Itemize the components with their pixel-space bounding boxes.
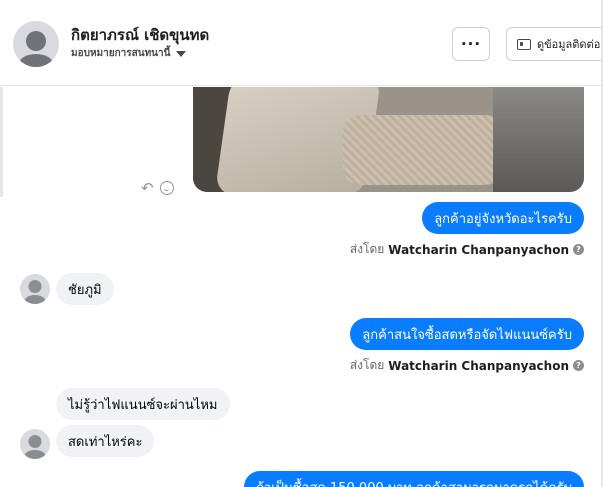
question-circle-icon[interactable]: ? — [573, 360, 584, 371]
incoming-message[interactable]: ชัยภูมิ — [56, 273, 114, 305]
view-contact-label: ดูข้อมูลติดต่อ — [537, 38, 601, 51]
more-options-button[interactable]: ··· — [452, 27, 490, 61]
contact-avatar-small[interactable] — [20, 429, 50, 459]
sender-name: Watcharin Chanpanyachon — [388, 358, 569, 373]
sent-by-line: ส่งโดย Watcharin Chanpanyachon ? — [350, 356, 584, 375]
contact-name[interactable]: กิตยาภรณ์ เชิดขุนทด — [71, 23, 209, 47]
contact-avatar[interactable] — [13, 21, 59, 67]
avatar-body-shape — [24, 295, 46, 304]
avatar-head-shape — [28, 435, 42, 448]
photo-seat-cushion — [343, 115, 503, 185]
id-card-icon — [517, 38, 531, 50]
sent-by-prefix: ส่งโดย — [349, 358, 385, 372]
reply-icon[interactable]: ↶ — [141, 179, 154, 197]
smiley-icon[interactable] — [159, 181, 174, 195]
sent-by-line: ส่งโดย Watcharin Chanpanyachon ? — [350, 240, 584, 259]
avatar-body-shape — [24, 450, 46, 459]
ellipsis-icon: ··· — [460, 35, 482, 53]
message-actions: ↶ — [141, 179, 174, 197]
conversation-header: กิตยาภรณ์ เชิดขุนทด มอบหมายการสนทนานี้ ·… — [0, 0, 603, 86]
photo-door-panel — [493, 87, 584, 192]
outgoing-message[interactable]: ลูกค้าสนใจซื้อสดหรือจัดไฟแนนซ์ครับ — [350, 318, 584, 350]
assign-conversation-dropdown[interactable]: มอบหมายการสนทนานี้ — [71, 46, 187, 61]
outgoing-message[interactable]: ลูกค้าอยู่จังหวัดอะไรครับ — [422, 202, 584, 234]
sender-name: Watcharin Chanpanyachon — [388, 242, 569, 257]
question-circle-icon[interactable]: ? — [573, 244, 584, 255]
sent-by-prefix: ส่งโดย — [349, 242, 385, 256]
view-contact-button[interactable]: ดูข้อมูลติดต่อ — [506, 27, 603, 61]
avatar-head-shape — [26, 31, 46, 51]
incoming-message[interactable]: ไม่รู้ว่าไฟแนนซ์จะผ่านไหม — [56, 388, 230, 420]
caret-down-icon — [176, 50, 187, 57]
attached-photo[interactable] — [193, 87, 584, 192]
outgoing-message[interactable]: ถ้าเป็นซื้อสด 150,000 บาท ลูกค้าสามารถมา… — [244, 471, 584, 487]
contact-avatar-small[interactable] — [20, 274, 50, 304]
assign-label: มอบหมายการสนทนานี้ — [71, 48, 171, 59]
incoming-message[interactable]: สดเท่าไหร่คะ — [56, 425, 155, 457]
avatar-body-shape — [19, 54, 53, 67]
avatar-head-shape — [28, 280, 42, 293]
message-thread[interactable]: ↶ ลูกค้าอยู่จังหวัดอะไรครับ ส่งโดย Watch… — [0, 87, 603, 487]
